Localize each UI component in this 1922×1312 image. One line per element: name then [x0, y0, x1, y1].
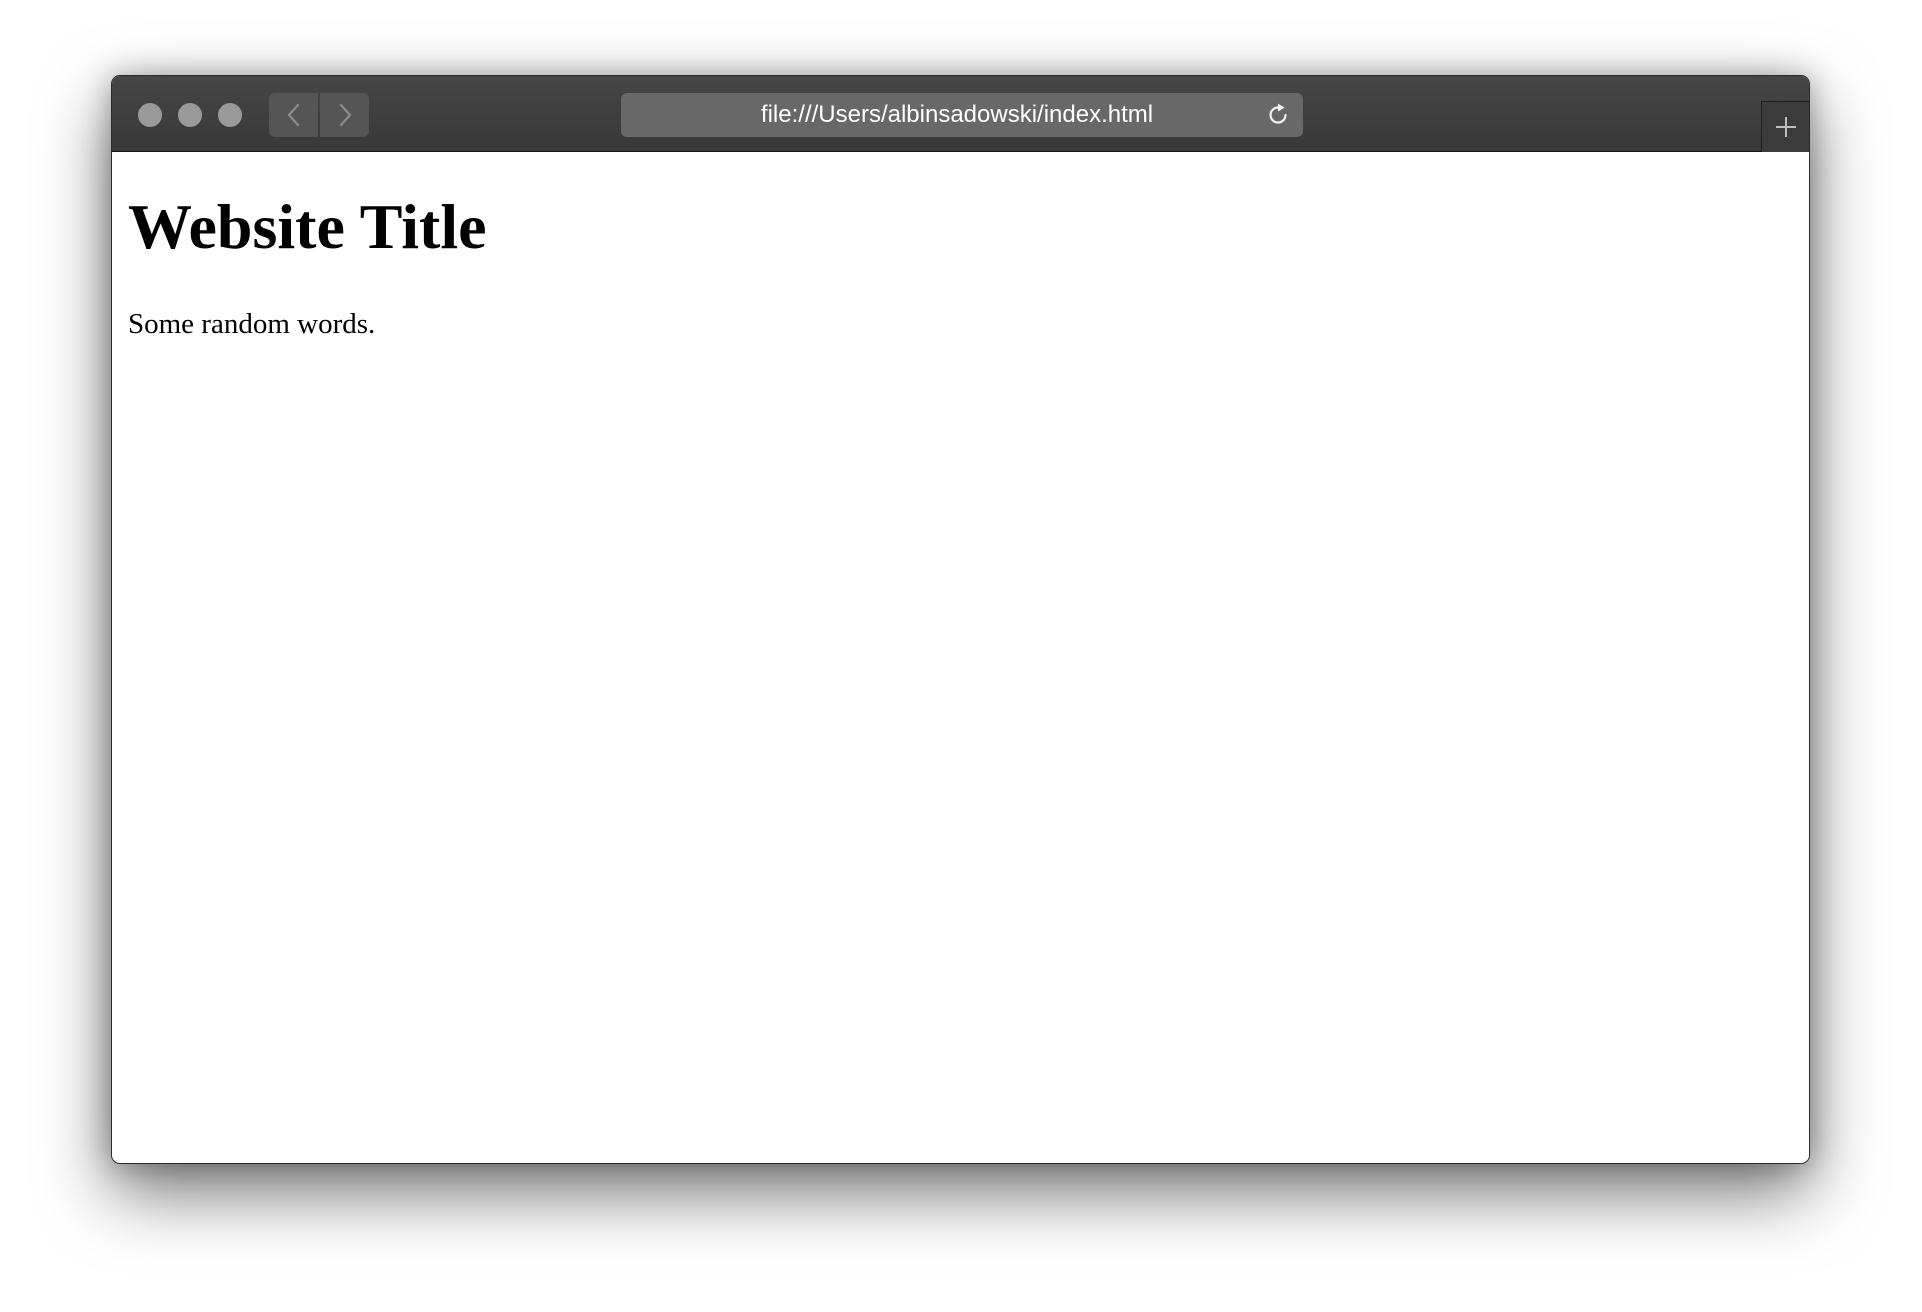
address-bar[interactable]: file:///Users/albinsadowski/index.html: [621, 93, 1303, 137]
close-window-button[interactable]: [138, 103, 162, 127]
chevron-left-icon: [284, 101, 304, 129]
new-tab-button[interactable]: [1761, 101, 1809, 152]
plus-icon: [1774, 115, 1798, 139]
chevron-right-icon: [335, 101, 355, 129]
page-content: Website Title Some random words.: [112, 152, 1809, 1163]
forward-button[interactable]: [320, 93, 369, 137]
minimize-window-button[interactable]: [178, 103, 202, 127]
browser-toolbar: file:///Users/albinsadowski/index.html: [112, 76, 1809, 152]
reload-icon[interactable]: [1265, 102, 1291, 128]
maximize-window-button[interactable]: [218, 103, 242, 127]
page-title: Website Title: [128, 191, 487, 262]
url-text[interactable]: file:///Users/albinsadowski/index.html: [621, 93, 1253, 137]
page-paragraph: Some random words.: [128, 308, 376, 340]
back-button[interactable]: [269, 93, 318, 137]
browser-window: file:///Users/albinsadowski/index.html W…: [111, 75, 1810, 1164]
